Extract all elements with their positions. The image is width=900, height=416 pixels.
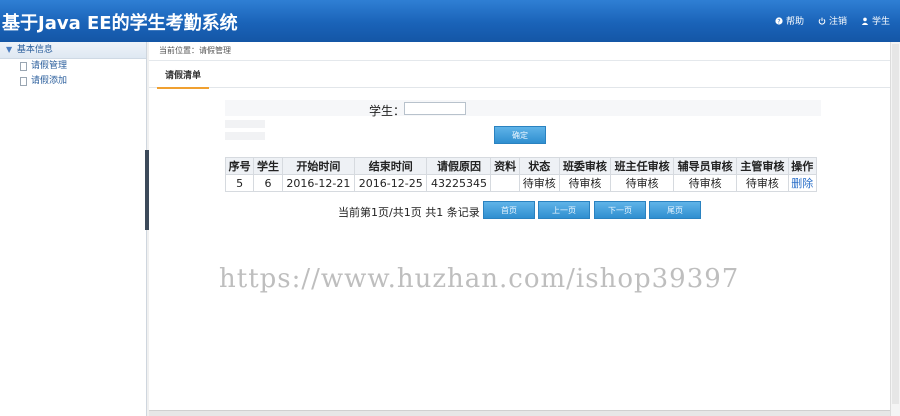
cell-end-time: 2016-12-25 bbox=[354, 174, 428, 192]
column-header: 请假原因 bbox=[426, 157, 492, 175]
cell-student: 6 bbox=[253, 174, 283, 192]
column-header: 学生 bbox=[253, 157, 283, 175]
table-header-row: 序号 学生 开始时间 结束时间 请假原因 资料 状态 班委审核 班主任审核 辅导… bbox=[224, 157, 818, 175]
column-header: 班主任审核 bbox=[610, 157, 675, 175]
user-link-label: 学生 bbox=[871, 17, 890, 27]
user-icon bbox=[861, 17, 869, 25]
horizontal-scrollbar[interactable] bbox=[149, 410, 890, 416]
column-header: 辅导员审核 bbox=[673, 157, 738, 175]
delete-link[interactable]: 删除 bbox=[787, 174, 818, 192]
column-header: 结束时间 bbox=[354, 157, 428, 175]
leave-table: 序号 学生 开始时间 结束时间 请假原因 资料 状态 班委审核 班主任审核 辅导… bbox=[224, 157, 818, 192]
filter-placeholder bbox=[225, 120, 265, 128]
search-row bbox=[225, 100, 821, 116]
pager-info: 当前第1页/共1页 共1 条记录 bbox=[338, 206, 480, 219]
cell-counselor-review: 待审核 bbox=[673, 174, 738, 192]
cell-supervisor-review: 待审核 bbox=[736, 174, 789, 192]
help-link-label: 帮助 bbox=[785, 17, 804, 27]
filter-placeholder bbox=[225, 132, 265, 140]
header-links: ? 帮助 注销 学生 bbox=[775, 14, 890, 27]
scrollbar-thumb[interactable] bbox=[892, 44, 899, 404]
user-link[interactable]: 学生 bbox=[861, 14, 890, 27]
sidebar-section-basic[interactable]: ▼ 基本信息 bbox=[0, 42, 146, 59]
logout-link[interactable]: 注销 bbox=[818, 14, 847, 27]
column-header: 状态 bbox=[518, 157, 560, 175]
first-page-button[interactable]: 首页 bbox=[483, 201, 535, 219]
confirm-button[interactable]: 确定 bbox=[494, 126, 546, 144]
column-header: 资料 bbox=[490, 157, 520, 175]
top-header: 基于Java EE的学生考勤系统 ? 帮助 注销 学生 bbox=[0, 0, 900, 42]
tab-leave-list[interactable]: 请假清单 bbox=[157, 65, 210, 89]
help-link[interactable]: ? 帮助 bbox=[775, 14, 804, 27]
sidebar-item-label: 请假添加 bbox=[31, 76, 68, 86]
watermark: https://www.huzhan.com/ishop39397 bbox=[219, 264, 740, 294]
document-icon bbox=[20, 62, 27, 71]
tab-bar: 请假清单 bbox=[149, 61, 890, 89]
sidebar-item-leave-add[interactable]: 请假添加 bbox=[0, 74, 146, 89]
column-header: 序号 bbox=[224, 157, 255, 175]
cell-material bbox=[490, 174, 520, 192]
last-page-button[interactable]: 尾页 bbox=[649, 201, 701, 219]
breadcrumb: 当前位置：请假管理 bbox=[149, 42, 890, 61]
sidebar: ▼ 基本信息 请假管理 请假添加 bbox=[0, 42, 147, 416]
column-header: 操作 bbox=[787, 157, 818, 175]
vertical-scrollbar[interactable] bbox=[890, 42, 900, 416]
column-header: 开始时间 bbox=[281, 157, 356, 175]
cell-headteacher-review: 待审核 bbox=[610, 174, 675, 192]
column-header: 主管审核 bbox=[736, 157, 789, 175]
sidebar-section-label: 基本信息 bbox=[16, 45, 53, 55]
app-title: 基于Java EE的学生考勤系统 bbox=[2, 13, 238, 34]
cell-reason: 43225345 bbox=[426, 174, 492, 192]
student-search-input[interactable] bbox=[404, 102, 466, 115]
prev-page-button[interactable]: 上一页 bbox=[538, 201, 590, 219]
cell-start-time: 2016-12-21 bbox=[281, 174, 356, 192]
table-row: 5 6 2016-12-21 2016-12-25 43225345 待审核 待… bbox=[224, 174, 818, 192]
next-page-button[interactable]: 下一页 bbox=[594, 201, 646, 219]
document-icon bbox=[20, 77, 27, 86]
cell-status: 待审核 bbox=[518, 174, 560, 192]
main-content: 当前位置：请假管理 请假清单 学生： 确定 序号 学生 开始时间 结束时间 请假… bbox=[149, 42, 890, 410]
power-icon bbox=[818, 17, 826, 25]
sidebar-item-leave-manage[interactable]: 请假管理 bbox=[0, 59, 146, 74]
svg-text:?: ? bbox=[777, 18, 780, 25]
student-label: 学生： bbox=[369, 104, 406, 118]
cell-monitor-review: 待审核 bbox=[558, 174, 612, 192]
logout-link-label: 注销 bbox=[828, 17, 847, 27]
sidebar-item-label: 请假管理 bbox=[31, 61, 68, 71]
help-icon: ? bbox=[775, 16, 783, 25]
cell-id: 5 bbox=[224, 174, 255, 192]
caret-down-icon: ▼ bbox=[6, 45, 13, 54]
column-header: 班委审核 bbox=[558, 157, 612, 175]
